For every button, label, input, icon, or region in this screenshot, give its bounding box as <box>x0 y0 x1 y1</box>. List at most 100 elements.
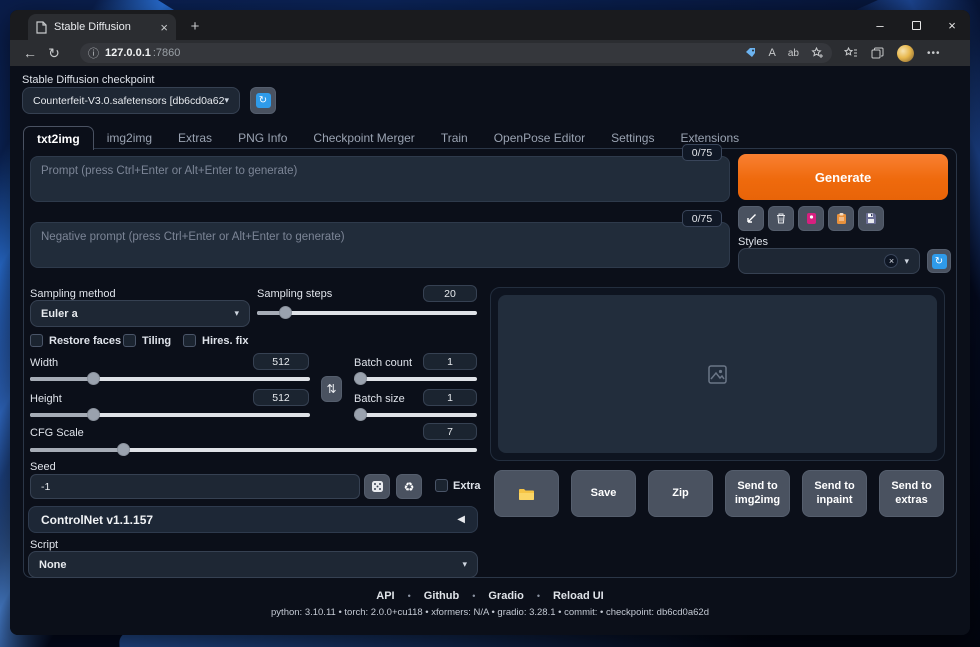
tab-checkpoint-merger[interactable]: Checkpoint Merger <box>300 126 427 149</box>
random-seed-button[interactable] <box>364 474 390 499</box>
tab-png-info[interactable]: PNG Info <box>225 126 300 149</box>
checkpoint-value: Counterfeit-V3.0.safetensors [db6cd0a62d… <box>33 94 225 107</box>
favorites-bar-icon[interactable] <box>844 47 858 59</box>
extra-seed-checkbox[interactable] <box>435 479 448 492</box>
image-placeholder-icon <box>708 364 727 384</box>
tab-img2img[interactable]: img2img <box>94 126 165 149</box>
negative-prompt-input[interactable] <box>30 222 730 268</box>
seed-input[interactable] <box>30 474 360 499</box>
clear-styles-icon[interactable]: × <box>884 254 899 268</box>
slider-thumb[interactable] <box>87 372 101 385</box>
batch-count-slider[interactable] <box>354 372 477 385</box>
tab-train[interactable]: Train <box>428 126 481 149</box>
tab-openpose-editor[interactable]: OpenPose Editor <box>481 126 598 149</box>
reload-button[interactable]: ↻ <box>42 45 66 62</box>
hires-fix-checkbox[interactable] <box>183 334 196 347</box>
styles-select[interactable]: × ▾ <box>738 248 920 274</box>
page-favicon-icon <box>36 20 47 34</box>
prompt-tool-buttons <box>738 206 884 231</box>
controlnet-accordion[interactable]: ControlNet v1.1.157 ◀ <box>28 506 478 533</box>
script-select[interactable]: None ▾ <box>28 551 478 578</box>
add-favorite-icon[interactable] <box>811 47 824 59</box>
close-button[interactable]: × <box>934 10 970 40</box>
generate-button[interactable]: Generate <box>738 154 948 200</box>
clear-prompt-button[interactable] <box>768 206 794 231</box>
script-value: None <box>39 558 67 571</box>
slider-thumb[interactable] <box>354 372 367 385</box>
checkpoint-select[interactable]: Counterfeit-V3.0.safetensors [db6cd0a62d… <box>22 87 240 114</box>
width-input[interactable] <box>253 353 309 370</box>
save-button[interactable]: Save <box>571 470 636 517</box>
height-input[interactable] <box>253 389 309 406</box>
tiling-label: Tiling <box>142 335 172 347</box>
restore-faces-checkbox[interactable] <box>30 334 43 347</box>
tab-settings[interactable]: Settings <box>598 126 667 149</box>
hires-fix-label: Hires. fix <box>202 335 249 347</box>
refresh-icon: ↻ <box>255 93 271 108</box>
browser-action-icons: ••• <box>844 44 941 62</box>
chevron-down-icon: ▾ <box>904 255 909 266</box>
site-info-icon[interactable]: ⓘ <box>88 45 99 61</box>
width-slider[interactable] <box>30 372 310 385</box>
browser-menu-icon[interactable]: ••• <box>927 48 941 59</box>
footer-version-info: python: 3.10.11 • torch: 2.0.0+cu118 • x… <box>271 607 709 618</box>
cfg-scale-slider[interactable] <box>30 443 477 456</box>
negative-prompt-token-counter: 0/75 <box>682 210 722 227</box>
translate-icon[interactable]: ab <box>788 48 799 59</box>
chevron-down-icon: ▾ <box>234 308 239 318</box>
height-slider[interactable] <box>30 408 310 421</box>
checkpoint-refresh-button[interactable]: ↻ <box>250 87 276 114</box>
tiling-checkbox[interactable] <box>123 334 136 347</box>
batch-count-input[interactable] <box>423 353 477 370</box>
url-port: :7860 <box>152 47 181 59</box>
collections-icon[interactable] <box>871 47 884 59</box>
sampling-steps-slider[interactable] <box>257 306 477 319</box>
paste-params-button[interactable] <box>738 206 764 231</box>
extra-networks-button[interactable] <box>798 206 824 231</box>
shopping-tag-icon[interactable] <box>745 47 757 59</box>
arrow-down-left-icon <box>746 214 756 223</box>
back-button[interactable]: ← <box>18 45 42 61</box>
prompt-input[interactable] <box>30 156 730 202</box>
github-link[interactable]: Github <box>424 590 459 602</box>
reload-ui-link[interactable]: Reload UI <box>553 590 604 602</box>
sampling-method-select[interactable]: Euler a ▾ <box>30 300 250 327</box>
minimize-button[interactable]: – <box>862 10 898 40</box>
swap-dimensions-button[interactable]: ⇅ <box>321 376 342 402</box>
styles-label: Styles <box>738 236 768 248</box>
extra-seed-label: Extra <box>453 480 481 492</box>
sampling-steps-input[interactable] <box>423 285 477 302</box>
reuse-seed-button[interactable]: ♻ <box>396 474 422 499</box>
send-to-img2img-button[interactable]: Send to img2img <box>725 470 790 517</box>
save-style-button[interactable] <box>858 206 884 231</box>
send-to-extras-button[interactable]: Send to extras <box>879 470 944 517</box>
apply-style-button[interactable] <box>828 206 854 231</box>
read-aloud-icon[interactable]: A <box>769 47 776 59</box>
sampling-steps-label: Sampling steps <box>257 288 333 300</box>
address-bar-icons: A ab <box>745 47 824 59</box>
clipboard-icon <box>836 213 846 224</box>
tab-close-icon[interactable]: × <box>160 20 168 35</box>
tab-extras[interactable]: Extras <box>165 126 225 149</box>
open-folder-button[interactable] <box>494 470 559 517</box>
gradio-link[interactable]: Gradio <box>488 590 523 602</box>
styles-refresh-button[interactable]: ↻ <box>927 249 951 273</box>
send-to-inpaint-button[interactable]: Send to inpaint <box>802 470 867 517</box>
api-link[interactable]: API <box>376 590 394 602</box>
address-bar[interactable]: ⓘ 127.0.0.1 :7860 A ab <box>80 43 832 63</box>
maximize-button[interactable] <box>898 10 934 40</box>
slider-thumb[interactable] <box>87 408 101 421</box>
tab-txt2img[interactable]: txt2img <box>23 126 94 150</box>
slider-thumb[interactable] <box>279 306 293 319</box>
cfg-scale-input[interactable] <box>423 423 477 440</box>
slider-thumb[interactable] <box>354 408 367 421</box>
profile-avatar[interactable] <box>897 44 914 62</box>
batch-size-slider[interactable] <box>354 408 477 421</box>
zip-button[interactable]: Zip <box>648 470 713 517</box>
slider-thumb[interactable] <box>116 443 130 456</box>
new-tab-button[interactable]: + <box>186 18 204 36</box>
batch-size-input[interactable] <box>423 389 477 406</box>
gallery-actions: Save Zip Send to img2img Send to inpaint… <box>494 470 945 517</box>
slider-track <box>354 413 477 417</box>
browser-tab[interactable]: Stable Diffusion × <box>28 14 176 40</box>
